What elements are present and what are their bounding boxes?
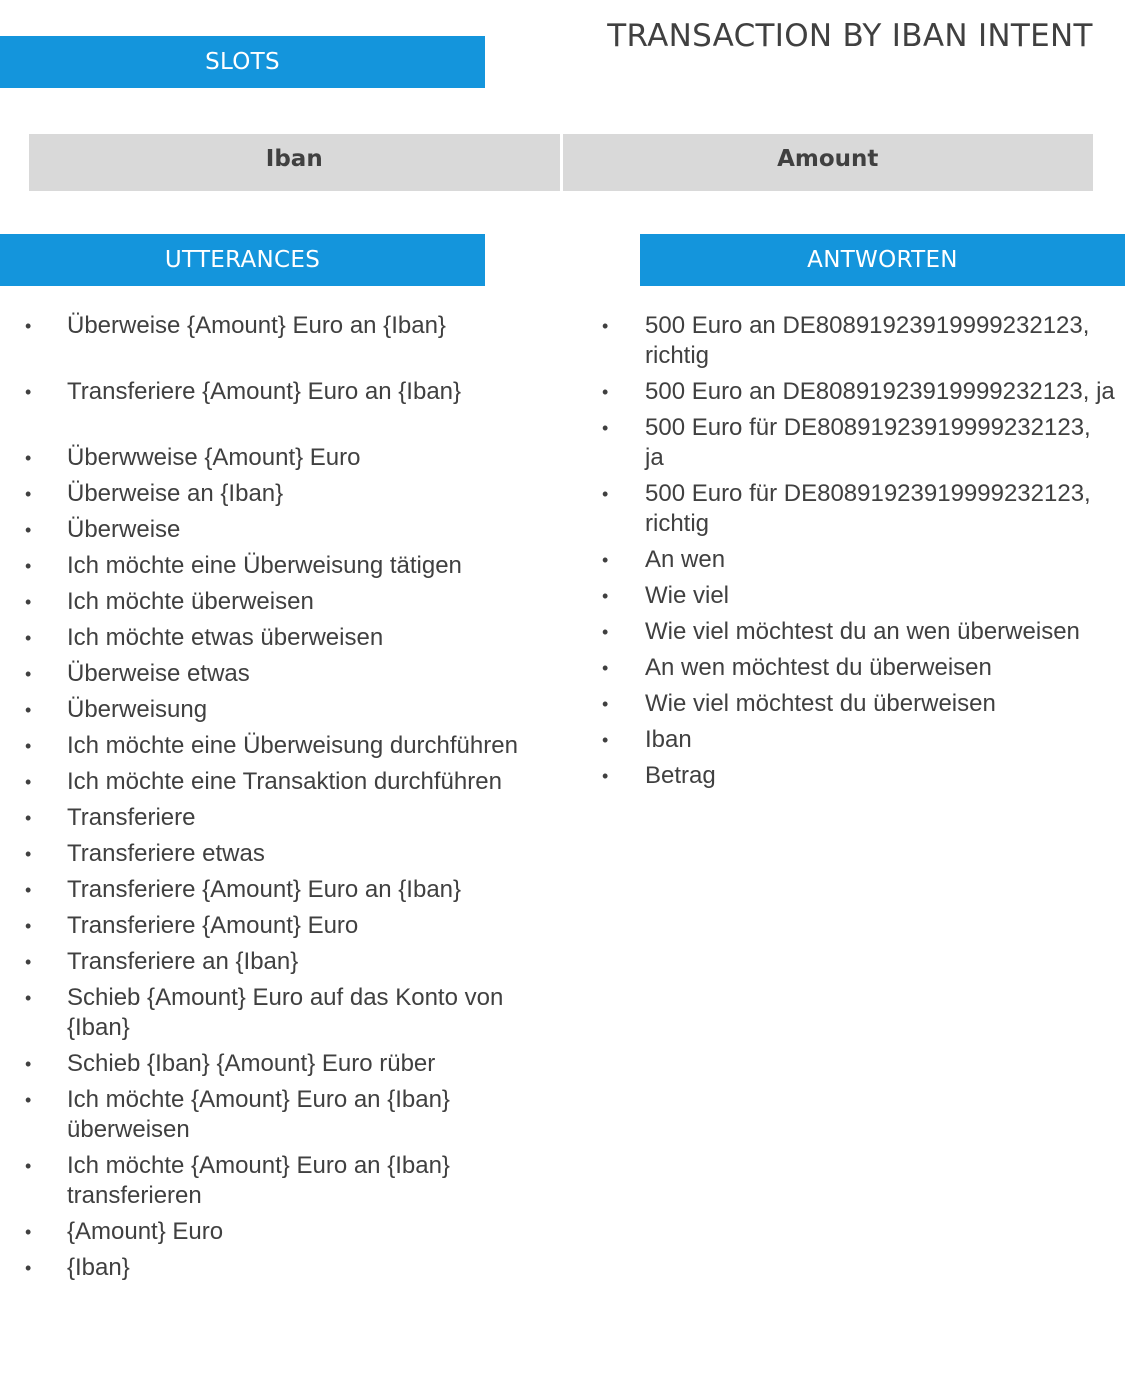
list-item: Überweise <box>25 515 537 545</box>
list-item: Ich möchte {Amount} Euro an {Iban} überw… <box>25 1085 537 1145</box>
list-item: Schieb {Iban} {Amount} Euro rüber <box>25 1049 537 1079</box>
list-item: Ich möchte überweisen <box>25 587 537 617</box>
list-item: Transferiere an {Iban} <box>25 947 537 977</box>
page-title: TRANSACTION BY IBAN INTENT <box>607 18 1093 54</box>
slot-cell-amount: Amount <box>562 134 1093 191</box>
list-item: Wie viel <box>602 581 1115 611</box>
list-item: Transferiere etwas <box>25 839 537 869</box>
list-item: Überweise an {Iban} <box>25 479 537 509</box>
antworten-list: 500 Euro an DE80891923919999232123, rich… <box>602 311 1115 797</box>
utterances-header: UTTERANCES <box>0 234 485 286</box>
antworten-header: ANTWORTEN <box>640 234 1125 286</box>
list-item: Überweise etwas <box>25 659 537 689</box>
list-item: Schieb {Amount} Euro auf das Konto von {… <box>25 983 537 1043</box>
list-item: Ich möchte eine Überweisung tätigen <box>25 551 537 581</box>
list-item: {Iban} <box>25 1253 537 1283</box>
antworten-header-label: ANTWORTEN <box>807 247 958 273</box>
list-item: Transferiere {Amount} Euro an {Iban} <box>25 875 537 905</box>
list-item: Transferiere <box>25 803 537 833</box>
list-item: Wie viel möchtest du überweisen <box>602 689 1115 719</box>
list-item: Transferiere {Amount} Euro an {Iban} <box>25 377 537 407</box>
list-item: Ich möchte {Amount} Euro an {Iban} trans… <box>25 1151 537 1211</box>
list-item: Überwweise {Amount} Euro <box>25 443 537 473</box>
slots-header-label: SLOTS <box>205 49 280 75</box>
list-item: Transferiere {Amount} Euro <box>25 911 537 941</box>
list-item: 500 Euro für DE80891923919999232123, ja <box>602 413 1115 473</box>
list-item: Ich möchte etwas überweisen <box>25 623 537 653</box>
list-item: Betrag <box>602 761 1115 791</box>
list-item: 500 Euro an DE80891923919999232123, rich… <box>602 311 1115 371</box>
list-item: Überweisung <box>25 695 537 725</box>
list-item: Wie viel möchtest du an wen überweisen <box>602 617 1115 647</box>
list-item: 500 Euro an DE80891923919999232123, ja <box>602 377 1115 407</box>
utterances-header-label: UTTERANCES <box>164 247 321 273</box>
list-item: 500 Euro für DE80891923919999232123, ric… <box>602 479 1115 539</box>
list-item: Ich möchte eine Transaktion durchführen <box>25 767 537 797</box>
utterances-list: Überweise {Amount} Euro an {Iban} Transf… <box>25 311 537 1289</box>
slots-header: SLOTS <box>0 36 485 88</box>
list-item: Iban <box>602 725 1115 755</box>
list-item: An wen <box>602 545 1115 575</box>
list-item: Überweise {Amount} Euro an {Iban} <box>25 311 537 341</box>
list-item: An wen möchtest du überweisen <box>602 653 1115 683</box>
list-item: Ich möchte eine Überweisung durchführen <box>25 731 537 761</box>
list-item: {Amount} Euro <box>25 1217 537 1247</box>
slot-cell-iban: Iban <box>29 134 560 191</box>
slots-table: Iban Amount <box>29 134 1093 191</box>
